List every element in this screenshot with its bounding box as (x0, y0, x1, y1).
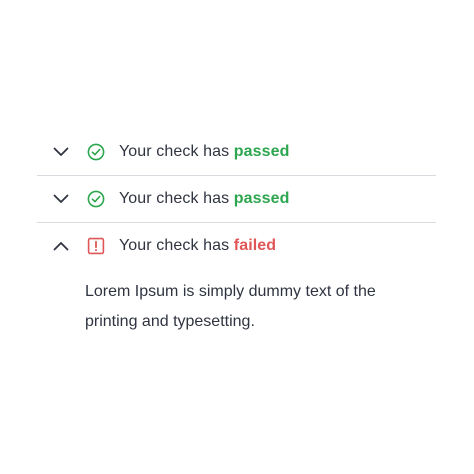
check-title-prefix: Your check has (119, 143, 230, 160)
check-title: Your check has failed (119, 237, 276, 255)
accordion-body: Lorem Ipsum is simply dummy text of the … (85, 283, 376, 330)
chevron-down-icon[interactable] (53, 191, 69, 207)
check-title: Your check has passed (119, 143, 290, 161)
accordion-header[interactable]: Your check has passed (37, 129, 436, 175)
check-title-prefix: Your check has (119, 190, 230, 207)
status-word-passed: passed (233, 143, 290, 160)
chevron-up-icon[interactable] (53, 238, 69, 254)
accordion-header[interactable]: Your check has passed (37, 176, 436, 222)
check-circle-icon (87, 143, 105, 161)
check-circle-icon (87, 190, 105, 208)
status-word-failed: failed (233, 237, 277, 254)
status-word-passed: passed (233, 190, 290, 207)
check-title-prefix: Your check has (119, 237, 230, 254)
accordion-item-check-3: Your check has failed Lorem Ipsum is sim… (37, 223, 436, 363)
alert-square-icon (87, 237, 105, 255)
check-title: Your check has passed (119, 190, 290, 208)
accordion-item-check-2: Your check has passed (37, 176, 436, 223)
accordion-item-check-1: Your check has passed (37, 129, 436, 176)
checks-accordion: Your check has passed Your check has pas… (37, 129, 436, 363)
chevron-down-icon[interactable] (53, 144, 69, 160)
accordion-header[interactable]: Your check has failed (37, 223, 436, 269)
